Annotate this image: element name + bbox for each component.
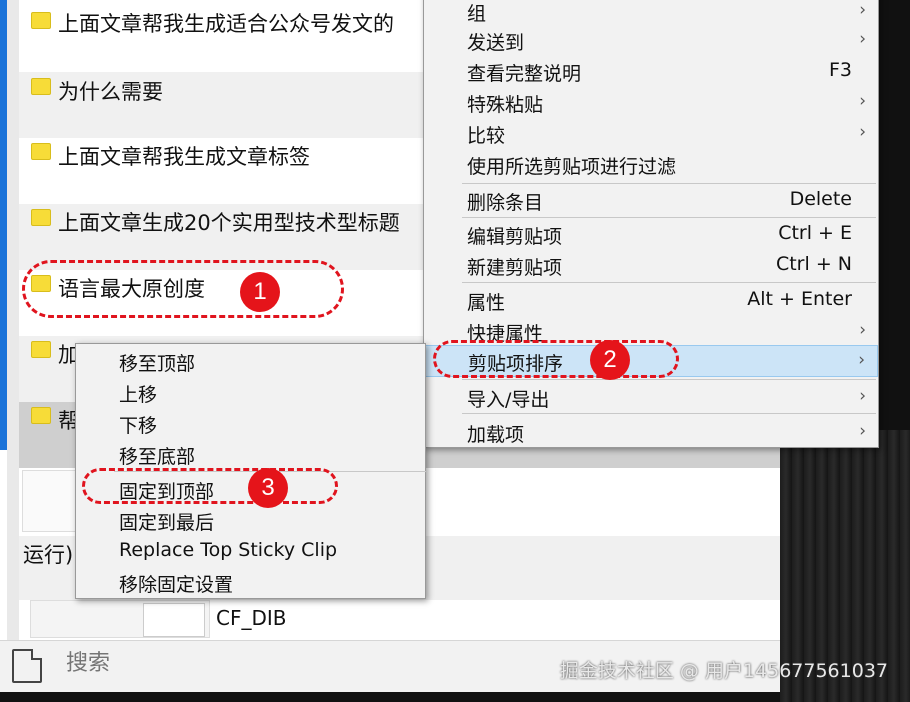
menu-item-label: 特殊粘贴 xyxy=(467,94,544,116)
chevron-right-icon: › xyxy=(859,122,866,142)
menu-item-add-ons[interactable]: 加载项 › xyxy=(424,417,878,448)
submenu-item-move-down[interactable]: 下移 xyxy=(76,408,425,439)
menu-item-import-export[interactable]: 导入/导出 › xyxy=(424,382,878,413)
chevron-right-icon: › xyxy=(859,91,866,111)
clip-text: 为什么需要 xyxy=(58,80,163,104)
menu-item-label: 删除条目 xyxy=(467,192,544,214)
annotation-oval xyxy=(433,340,679,378)
folder-icon xyxy=(31,143,51,160)
annotation-oval xyxy=(22,260,344,318)
annotation-badge: 2 xyxy=(590,340,630,380)
search-input[interactable] xyxy=(66,651,366,676)
annotation-badge: 1 xyxy=(240,272,280,312)
chevron-right-icon: › xyxy=(859,29,866,49)
menu-item-label: 编辑剪贴项 xyxy=(467,226,563,248)
menu-item-view-full-description[interactable]: 查看完整说明 F3 xyxy=(424,56,878,87)
context-menu: 组 › 发送到 › 查看完整说明 F3 特殊粘贴 › 比较 › 使用所选剪贴项进… xyxy=(423,0,879,448)
menu-separator xyxy=(462,379,876,380)
submenu-item-label: Replace Top Sticky Clip xyxy=(119,539,338,561)
note-icon[interactable] xyxy=(12,649,42,683)
clip-text: 上面文章生成20个实用型技术型标题 xyxy=(58,211,400,235)
menu-item-shortcut: F3 xyxy=(828,59,852,81)
menu-item-shortcut: Ctrl + N xyxy=(775,253,852,275)
clip-text: 上面文章帮我生成文章标签 xyxy=(58,145,310,169)
menu-separator xyxy=(462,183,876,184)
menu-item-label: 加载项 xyxy=(467,424,525,446)
submenu-item-label: 移至底部 xyxy=(119,446,196,468)
menu-item-special-paste[interactable]: 特殊粘贴 › xyxy=(424,87,878,118)
menu-separator xyxy=(462,413,876,414)
submenu-item-label: 移至顶部 xyxy=(119,353,196,375)
submenu-item-label: 移除固定设置 xyxy=(119,574,234,596)
menu-item-label: 新建剪贴项 xyxy=(467,257,563,279)
menu-item-properties[interactable]: 属性 Alt + Enter xyxy=(424,285,878,316)
clip-text: 运行) xyxy=(23,543,74,567)
folder-icon xyxy=(31,12,51,29)
submenu-item-move-to-bottom[interactable]: 移至底部 xyxy=(76,439,425,470)
submenu-item-label: 上移 xyxy=(119,384,158,406)
chevron-right-icon: › xyxy=(858,350,865,370)
menu-item-label: 使用所选剪贴项进行过滤 xyxy=(467,156,677,178)
menu-item-label: 查看完整说明 xyxy=(467,63,582,85)
menu-item-shortcut: Delete xyxy=(789,188,852,210)
chevron-right-icon: › xyxy=(859,386,866,406)
menu-item-filter-by-selected[interactable]: 使用所选剪贴项进行过滤 xyxy=(424,149,878,180)
folder-icon xyxy=(31,78,51,95)
annotation-oval xyxy=(82,468,338,504)
annotation-badge: 3 xyxy=(248,468,288,508)
menu-item-shortcut: Alt + Enter xyxy=(747,288,852,310)
submenu-item-pin-to-last[interactable]: 固定到最后 xyxy=(76,505,425,536)
menu-item-edit-clip[interactable]: 编辑剪贴项 Ctrl + E xyxy=(424,219,878,250)
chevron-right-icon: › xyxy=(859,0,866,20)
menu-item-label: 导入/导出 xyxy=(467,389,550,411)
folder-icon xyxy=(31,209,51,226)
clip-format-label: CF_DIB xyxy=(216,606,287,630)
submenu-item-replace-top-sticky-clip[interactable]: Replace Top Sticky Clip xyxy=(76,536,425,567)
menu-item-label: 组 xyxy=(467,3,487,25)
menu-item-send-to[interactable]: 发送到 › xyxy=(424,25,878,56)
watermark: 掘金技术社区 @ 用户145677561037 xyxy=(559,660,888,682)
menu-item-new-clip[interactable]: 新建剪贴项 Ctrl + N xyxy=(424,250,878,281)
menu-item-group[interactable]: 组 › xyxy=(424,0,878,27)
submenu-item-move-up[interactable]: 上移 xyxy=(76,377,425,408)
menu-separator xyxy=(462,217,876,218)
chevron-right-icon: › xyxy=(859,320,866,340)
folder-icon xyxy=(31,407,51,424)
menu-item-label: 属性 xyxy=(467,292,506,314)
submenu-item-label: 固定到最后 xyxy=(119,512,215,534)
menu-item-compare[interactable]: 比较 › xyxy=(424,118,878,149)
submenu-item-label: 下移 xyxy=(119,415,158,437)
menu-item-label: 发送到 xyxy=(467,32,525,54)
image-thumbnail xyxy=(30,600,210,638)
menu-separator xyxy=(462,282,876,283)
menu-item-shortcut: Ctrl + E xyxy=(778,222,852,244)
folder-icon xyxy=(31,341,51,358)
menu-item-delete[interactable]: 删除条目 Delete xyxy=(424,185,878,216)
image-thumbnail xyxy=(22,470,82,532)
clip-text: 上面文章帮我生成适合公众号发文的 xyxy=(58,12,394,36)
submenu-item-remove-pin[interactable]: 移除固定设置 xyxy=(76,567,425,598)
selection-accent-bar xyxy=(0,0,7,450)
submenu-item-move-to-top[interactable]: 移至顶部 xyxy=(76,346,425,377)
document-preview xyxy=(143,603,205,637)
chevron-right-icon: › xyxy=(859,421,866,441)
menu-item-label: 比较 xyxy=(467,125,506,147)
row-number-column xyxy=(7,0,19,640)
